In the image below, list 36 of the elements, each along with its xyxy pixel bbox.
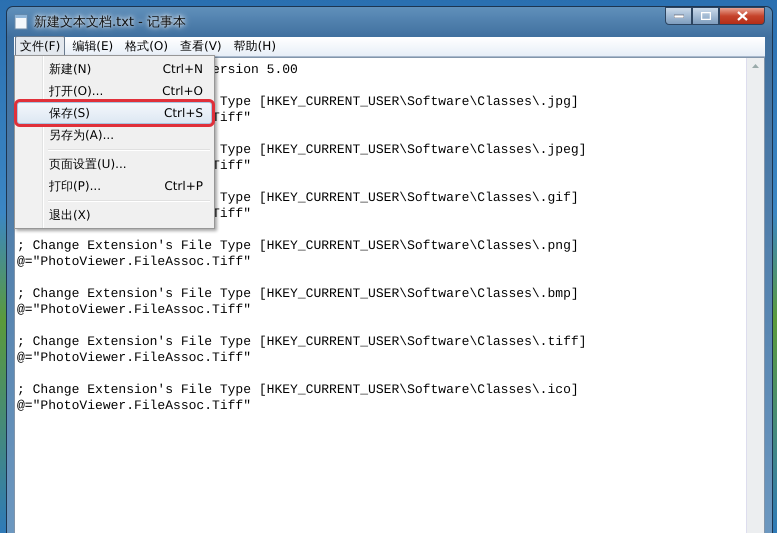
maximize-button[interactable] xyxy=(692,7,719,25)
menu-item[interactable]: 打开(O)... Ctrl+O xyxy=(17,80,212,102)
menu-bar-item[interactable]: 格式(O) xyxy=(120,36,174,57)
minimize-button[interactable] xyxy=(665,7,692,25)
menu-item[interactable]: 退出(X) xyxy=(17,204,212,226)
up-arrow-icon xyxy=(752,64,759,68)
maximize-icon xyxy=(700,12,710,20)
text-line: @="PhotoViewer.FileAssoc.Tiff" xyxy=(17,302,252,317)
close-button[interactable] xyxy=(719,7,765,25)
text-line: Tiff" xyxy=(212,110,252,125)
menu-item[interactable]: 保存(S) Ctrl+S xyxy=(17,102,212,124)
menu-bar-item[interactable]: 查看(V) xyxy=(175,36,227,57)
menu-bar-item[interactable]: 帮助(H) xyxy=(228,36,281,57)
text-line: @="PhotoViewer.FileAssoc.Tiff" xyxy=(17,254,252,269)
menu-item[interactable]: 新建(N) Ctrl+N xyxy=(17,58,212,80)
text-line: Type [HKEY_CURRENT_USER\Software\Classes\.jpg] xyxy=(218,94,579,109)
text-line: Type [HKEY_CURRENT_USER\Software\Classes\.jpeg] xyxy=(218,142,586,157)
text-line: Tiff" xyxy=(212,206,252,221)
close-icon xyxy=(736,11,748,21)
menu-item[interactable]: 页面设置(U)... xyxy=(17,153,212,175)
menu-bar-item[interactable]: 文件(F) xyxy=(15,36,66,57)
menu-item[interactable]: 打印(P)... Ctrl+P xyxy=(17,175,212,197)
notepad-icon xyxy=(14,14,28,30)
text-line: @="PhotoViewer.FileAssoc.Tiff" xyxy=(17,398,252,413)
window-title: 新建文本文档.txt - 记事本 xyxy=(34,14,186,31)
text-line: Type [HKEY_CURRENT_USER\Software\Classes\.gif] xyxy=(218,190,579,205)
text-line: Tiff" xyxy=(212,158,252,173)
menu-item[interactable]: 另存为(A)... xyxy=(17,124,212,146)
text-line: ; Change Extension's File Type [HKEY_CURRENT_USER\Software\Classes\.bmp] xyxy=(17,286,579,301)
minimize-icon xyxy=(674,14,684,18)
text-line: @="PhotoViewer.FileAssoc.Tiff" xyxy=(17,350,252,365)
text-line: ; Change Extension's File Type [HKEY_CURRENT_USER\Software\Classes\.ico] xyxy=(17,382,579,397)
menu-bar-item[interactable]: 编辑(E) xyxy=(67,36,118,57)
text-line: ; Change Extension's File Type [HKEY_CURRENT_USER\Software\Classes\.tiff] xyxy=(17,334,586,349)
text-line: ; Change Extension's File Type [HKEY_CURRENT_USER\Software\Classes\.png] xyxy=(17,238,579,253)
vertical-scrollbar[interactable] xyxy=(746,58,764,533)
